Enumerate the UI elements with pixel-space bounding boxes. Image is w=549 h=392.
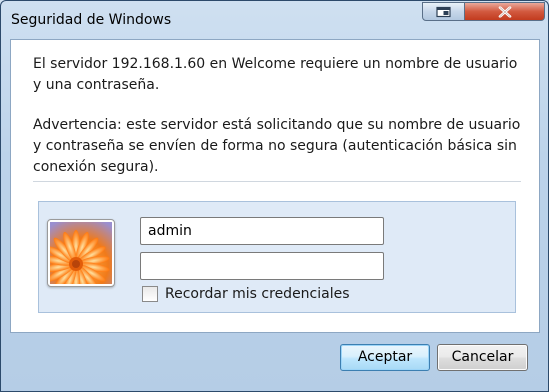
remember-checkbox[interactable]: [142, 286, 158, 302]
password-input[interactable]: [140, 252, 384, 280]
username-input[interactable]: [140, 217, 384, 245]
restore-icon: [435, 6, 451, 17]
title-bar[interactable]: Seguridad de Windows: [1, 1, 548, 39]
credential-tile: Recordar mis credenciales: [38, 201, 516, 313]
cancel-button[interactable]: Cancelar: [437, 344, 528, 371]
security-warning: Advertencia: este servidor está solicita…: [33, 117, 521, 175]
dialog-body: El servidor 192.168.1.60 en Welcome requ…: [10, 39, 540, 333]
accept-button[interactable]: Aceptar: [340, 344, 430, 371]
window-title: Seguridad de Windows: [11, 12, 172, 28]
close-icon: [498, 6, 511, 17]
server-message: El servidor 192.168.1.60 en Welcome requ…: [33, 56, 518, 93]
flower-user-tile-icon: [47, 219, 115, 287]
remember-label[interactable]: Recordar mis credenciales: [165, 286, 350, 302]
close-button[interactable]: [464, 2, 545, 21]
restore-button[interactable]: [422, 2, 465, 21]
security-dialog: Seguridad de Windows El servidor 192.168…: [0, 0, 549, 392]
divider: [33, 181, 521, 182]
